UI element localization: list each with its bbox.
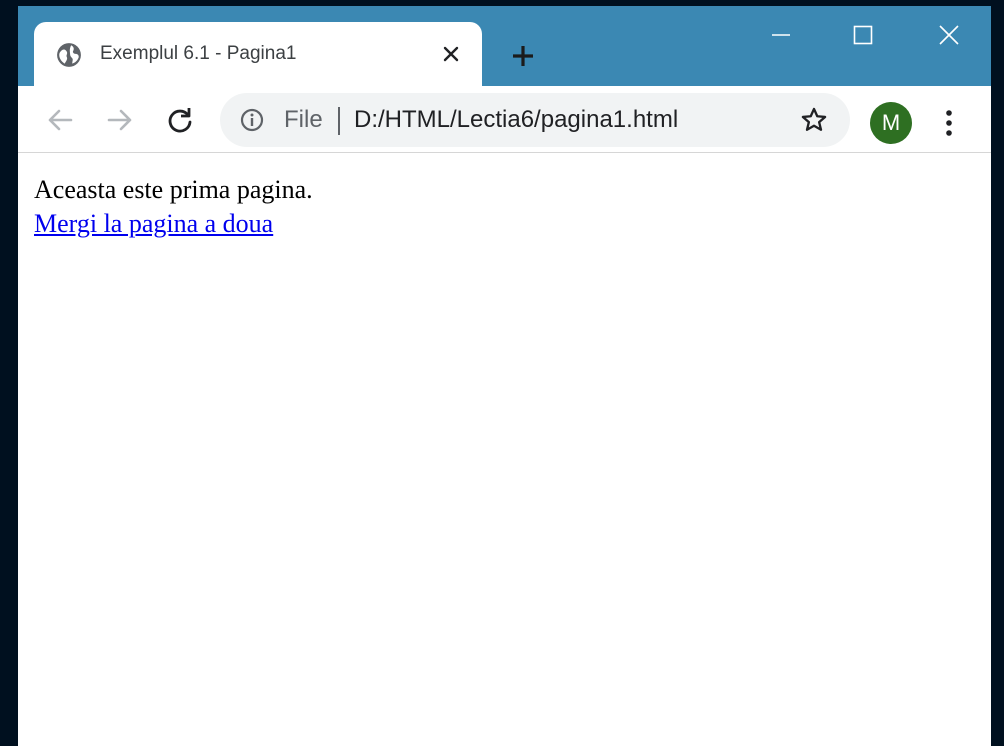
reload-button[interactable]	[162, 102, 198, 138]
back-arrow-icon	[48, 109, 73, 131]
forward-button[interactable]	[102, 102, 138, 138]
scheme-label: File	[284, 106, 323, 133]
page-content: Aceasta este prima pagina. Mergi la pagi…	[18, 153, 991, 746]
page-text: Aceasta este prima pagina.	[34, 175, 313, 204]
tab-close-button[interactable]	[438, 41, 464, 67]
browser-toolbar: File D:/HTML/Lectia6/pagina1.html M	[18, 86, 991, 153]
forward-arrow-icon	[107, 109, 132, 131]
window-close-button[interactable]	[924, 18, 974, 52]
maximize-icon	[853, 25, 873, 45]
tab-title: Exemplul 6.1 - Pagina1	[100, 43, 297, 64]
url-text[interactable]: D:/HTML/Lectia6/pagina1.html	[354, 107, 678, 133]
close-icon	[443, 46, 459, 62]
browser-menu-button[interactable]	[934, 104, 964, 142]
plus-icon	[513, 46, 533, 66]
maximize-button[interactable]	[838, 18, 888, 52]
avatar-initial: M	[881, 110, 901, 135]
next-page-link[interactable]: Mergi la pagina a doua	[34, 207, 273, 241]
new-tab-button[interactable]	[506, 39, 540, 73]
browser-window: Exemplul 6.1 - Pagina1 File D:/HTML/Lect…	[18, 6, 991, 746]
star-icon[interactable]	[800, 106, 828, 134]
more-vert-icon	[946, 110, 952, 136]
minimize-button[interactable]	[756, 18, 806, 52]
globe-icon	[57, 43, 81, 67]
title-bar: Exemplul 6.1 - Pagina1	[18, 6, 991, 86]
address-bar[interactable]: File D:/HTML/Lectia6/pagina1.html	[220, 93, 850, 147]
minimize-icon	[772, 34, 790, 36]
browser-tab[interactable]: Exemplul 6.1 - Pagina1	[34, 22, 482, 86]
scheme-separator	[338, 107, 340, 135]
info-icon	[240, 108, 264, 132]
profile-avatar[interactable]: M	[870, 102, 912, 144]
reload-icon	[168, 108, 192, 133]
close-icon	[939, 25, 959, 45]
back-button[interactable]	[42, 102, 78, 138]
